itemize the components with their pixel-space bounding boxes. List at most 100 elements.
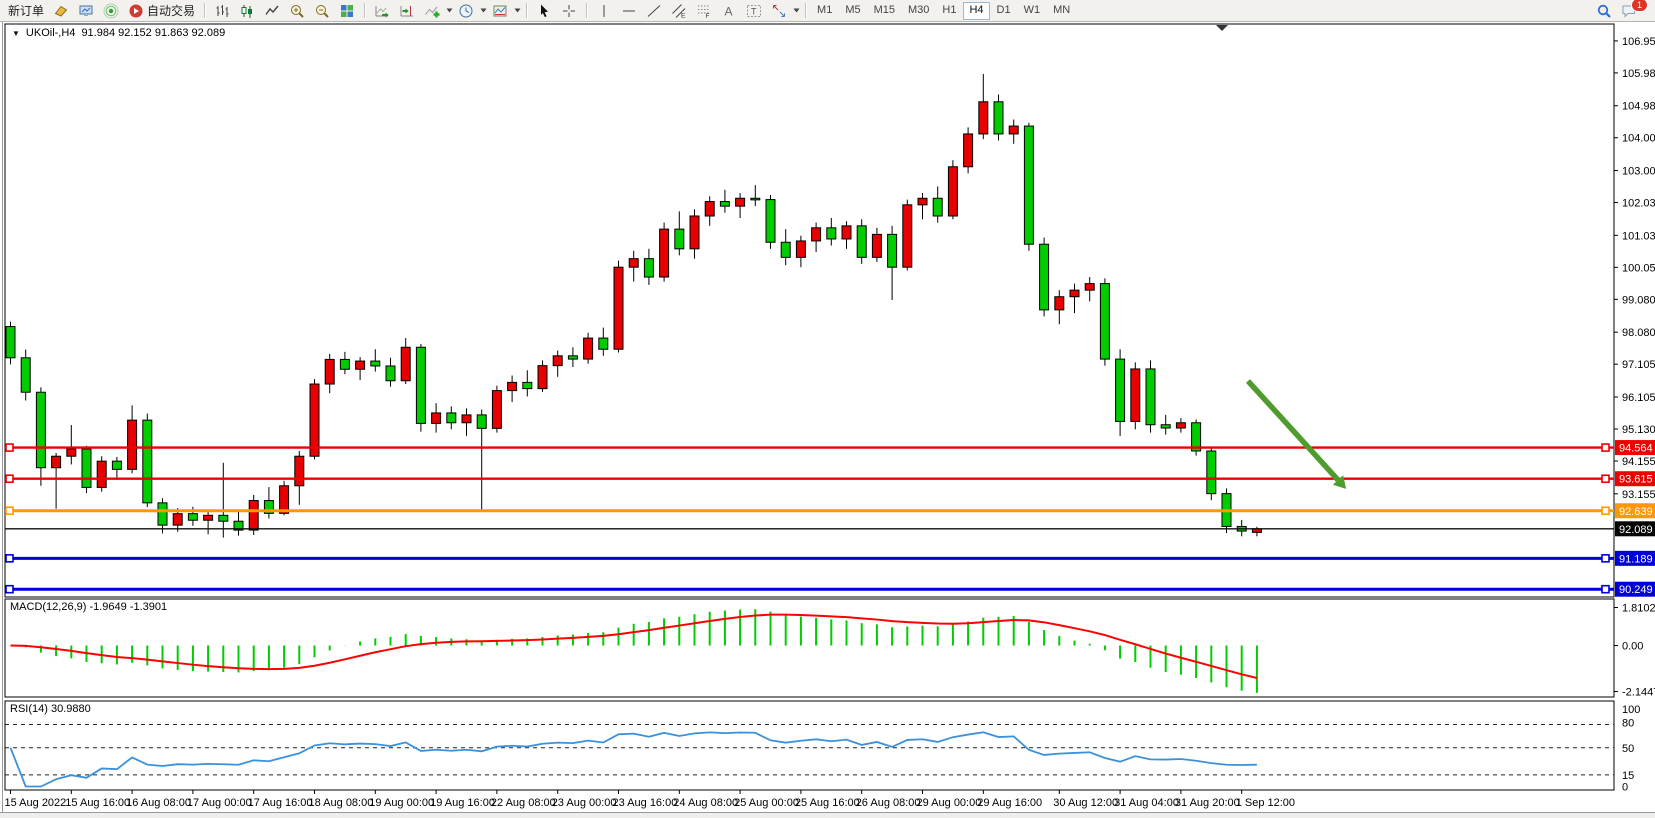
candle[interactable] xyxy=(295,456,304,486)
candle[interactable] xyxy=(1176,423,1185,428)
candle[interactable] xyxy=(599,338,608,349)
line-handle-right[interactable] xyxy=(1602,507,1609,514)
timeframe-w1-button[interactable]: W1 xyxy=(1018,2,1047,20)
label-icon[interactable]: T xyxy=(742,1,766,21)
candle[interactable] xyxy=(477,415,486,428)
signals-icon[interactable] xyxy=(99,1,123,21)
chart-canvas[interactable]: 106.955105.980104.980104.005103.005102.0… xyxy=(0,0,1655,818)
symbol-dropdown-icon[interactable]: ▼ xyxy=(12,29,20,38)
hline-icon[interactable] xyxy=(617,1,641,21)
candle[interactable] xyxy=(644,259,653,277)
indicators-dropdown-caret[interactable] xyxy=(446,8,453,13)
candle[interactable] xyxy=(447,413,456,423)
candle[interactable] xyxy=(1207,451,1216,494)
candle[interactable] xyxy=(584,338,593,359)
crosshair-icon[interactable] xyxy=(557,1,581,21)
candle[interactable] xyxy=(356,361,365,369)
candle[interactable] xyxy=(568,356,577,359)
market-watch-icon[interactable] xyxy=(74,1,98,21)
candle[interactable] xyxy=(204,515,213,520)
candle[interactable] xyxy=(82,449,91,487)
candle[interactable] xyxy=(21,358,30,392)
candle[interactable] xyxy=(1116,359,1125,421)
candle[interactable] xyxy=(736,198,745,206)
candle[interactable] xyxy=(675,229,684,249)
zoom-out-icon[interactable] xyxy=(310,1,334,21)
candle[interactable] xyxy=(812,228,821,241)
line-handle-right[interactable] xyxy=(1602,555,1609,562)
candle[interactable] xyxy=(918,198,927,205)
timeframe-m5-button[interactable]: M5 xyxy=(839,2,866,20)
candle[interactable] xyxy=(964,134,973,167)
candle[interactable] xyxy=(553,356,562,366)
timeframe-h1-button[interactable]: H1 xyxy=(936,2,962,20)
candle[interactable] xyxy=(432,413,441,424)
templates-icon[interactable] xyxy=(488,1,512,21)
arrows-dropdown-caret[interactable] xyxy=(793,8,800,13)
candle[interactable] xyxy=(67,449,76,456)
candle[interactable] xyxy=(1085,284,1094,291)
candle[interactable] xyxy=(492,391,501,429)
candle[interactable] xyxy=(872,234,881,257)
auto-scroll-icon[interactable] xyxy=(370,1,394,21)
timeframe-m30-button[interactable]: M30 xyxy=(902,2,935,20)
candlestick-chart-icon[interactable] xyxy=(235,1,259,21)
macd-panel[interactable] xyxy=(5,599,1614,697)
candle[interactable] xyxy=(948,167,957,216)
timeframe-h4-button[interactable]: H4 xyxy=(963,2,989,20)
candle[interactable] xyxy=(1024,126,1033,244)
candle[interactable] xyxy=(310,384,319,456)
periods-icon[interactable] xyxy=(454,1,478,21)
cursor-icon[interactable] xyxy=(532,1,556,21)
candle[interactable] xyxy=(6,327,15,358)
candle[interactable] xyxy=(903,205,912,267)
indicators-icon[interactable] xyxy=(420,1,444,21)
candle[interactable] xyxy=(538,366,547,389)
timeframe-m15-button[interactable]: M15 xyxy=(868,2,901,20)
candle[interactable] xyxy=(751,198,760,200)
candle[interactable] xyxy=(1100,284,1109,359)
line-chart-icon[interactable] xyxy=(260,1,284,21)
bar-chart-icon[interactable] xyxy=(210,1,234,21)
line-handle-left[interactable] xyxy=(6,586,13,593)
line-handle-left[interactable] xyxy=(6,475,13,482)
candle[interactable] xyxy=(508,382,517,390)
candle[interactable] xyxy=(766,200,775,243)
candle[interactable] xyxy=(112,461,121,469)
candle[interactable] xyxy=(280,486,289,514)
candle[interactable] xyxy=(842,226,851,239)
candle[interactable] xyxy=(705,202,714,216)
candle[interactable] xyxy=(36,392,45,467)
candle[interactable] xyxy=(1040,244,1049,310)
candle[interactable] xyxy=(416,347,425,423)
timeframe-m1-button[interactable]: M1 xyxy=(811,2,838,20)
trendline-icon[interactable] xyxy=(642,1,666,21)
candle[interactable] xyxy=(660,229,669,277)
candle[interactable] xyxy=(128,420,137,469)
arrows-icon[interactable] xyxy=(767,1,791,21)
candle[interactable] xyxy=(523,382,532,388)
candle[interactable] xyxy=(857,226,866,258)
periods-dropdown-caret[interactable] xyxy=(480,8,487,13)
candle[interactable] xyxy=(720,202,729,207)
candle[interactable] xyxy=(979,102,988,134)
candle[interactable] xyxy=(1146,369,1155,425)
candle[interactable] xyxy=(52,456,61,467)
timeframe-d1-button[interactable]: D1 xyxy=(991,2,1017,20)
candle[interactable] xyxy=(386,366,395,381)
candle[interactable] xyxy=(1055,297,1064,310)
candle[interactable] xyxy=(933,198,942,216)
candle[interactable] xyxy=(994,102,1003,134)
line-handle-left[interactable] xyxy=(6,555,13,562)
line-handle-right[interactable] xyxy=(1602,444,1609,451)
candle[interactable] xyxy=(1161,425,1170,428)
candle[interactable] xyxy=(188,514,197,521)
candle[interactable] xyxy=(325,359,334,384)
line-handle-right[interactable] xyxy=(1602,475,1609,482)
timeframe-mn-button[interactable]: MN xyxy=(1047,2,1076,20)
rsi-panel[interactable] xyxy=(5,701,1614,790)
candle[interactable] xyxy=(158,503,167,525)
candle[interactable] xyxy=(1131,369,1140,422)
text-icon[interactable]: A xyxy=(717,1,741,21)
candle[interactable] xyxy=(796,241,805,257)
